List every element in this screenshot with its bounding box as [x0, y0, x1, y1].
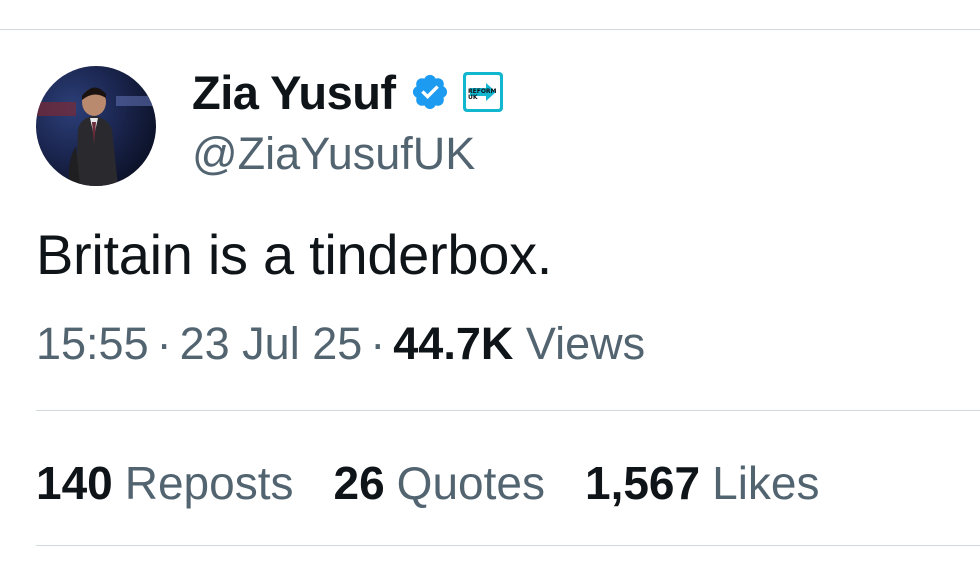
reform-uk-affiliate-icon[interactable]: REFORM UK	[462, 71, 504, 113]
stats-divider	[36, 545, 980, 546]
likes-count: 1,567	[584, 457, 701, 509]
engagement-stats: 140 Reposts 26 Quotes 1,567 Likes	[36, 456, 860, 510]
svg-text:UK: UK	[468, 94, 478, 101]
quotes-label: Quotes	[396, 457, 545, 509]
views-label: Views	[525, 318, 646, 369]
tweet-meta: 15:55 · 23 Jul 25 · 44.7K Views	[36, 318, 645, 370]
meta-separator: ·	[370, 318, 386, 369]
top-divider	[0, 29, 980, 30]
avatar-image	[36, 66, 156, 186]
quotes-stat[interactable]: 26 Quotes	[334, 456, 545, 510]
tweet-time[interactable]: 15:55	[36, 318, 149, 369]
reposts-label: Reposts	[124, 457, 294, 509]
tweet-text: Britain is a tinderbox.	[36, 223, 553, 286]
reposts-stat[interactable]: 140 Reposts	[36, 456, 294, 510]
avatar[interactable]	[36, 66, 156, 186]
author-handle[interactable]: @ZiaYusufUK	[192, 128, 475, 180]
reposts-count: 140	[36, 457, 113, 509]
likes-stat[interactable]: 1,567 Likes	[585, 456, 820, 510]
verified-badge-icon[interactable]	[410, 72, 450, 112]
quotes-count: 26	[333, 457, 385, 509]
likes-label: Likes	[712, 457, 820, 509]
meta-separator: ·	[156, 318, 172, 369]
author-display-name[interactable]: Zia Yusuf	[192, 65, 396, 120]
author-name-row: Zia Yusuf REFORM UK	[192, 62, 504, 122]
meta-divider	[36, 410, 980, 411]
views-count[interactable]: 44.7K	[393, 318, 513, 369]
tweet-date[interactable]: 23 Jul 25	[180, 318, 363, 369]
